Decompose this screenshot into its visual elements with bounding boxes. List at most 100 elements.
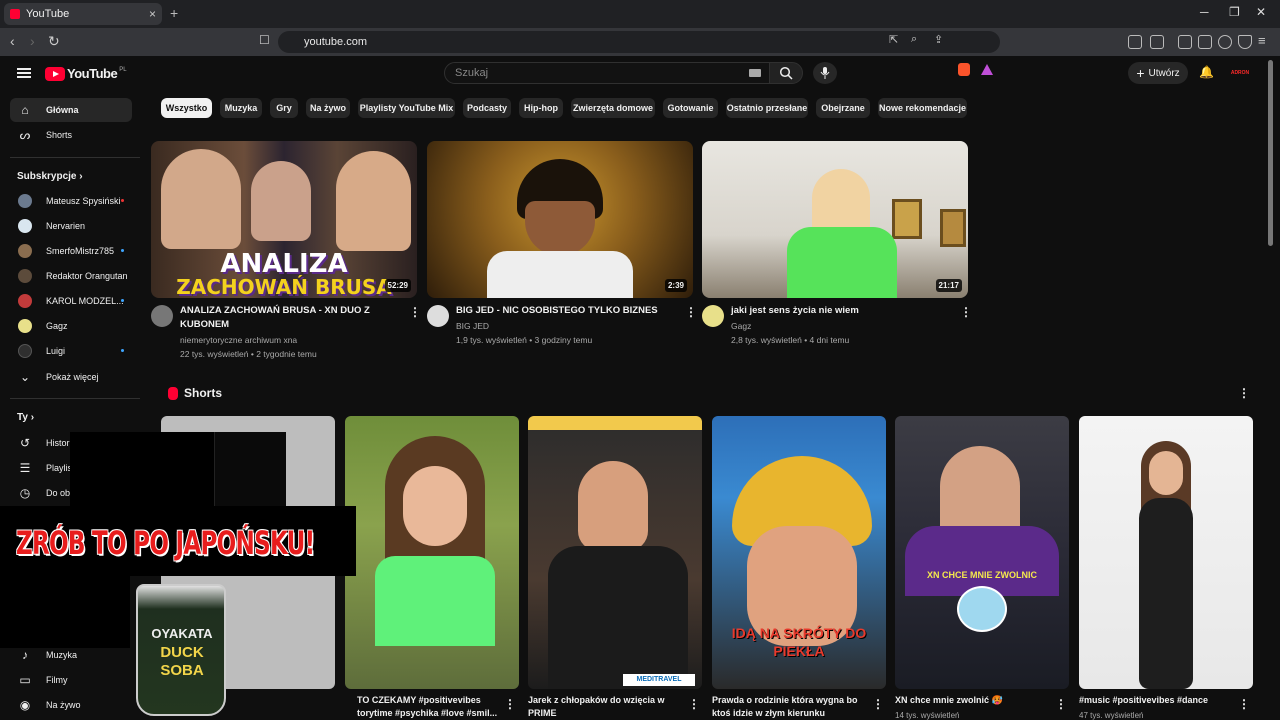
short-person (548, 546, 688, 689)
sidebar-item-subscription[interactable]: Mateusz Spysiński (10, 189, 132, 213)
video-channel[interactable]: BIG JED (456, 319, 489, 333)
window-close-button[interactable]: ✕ (1256, 5, 1266, 19)
reload-icon[interactable]: ↻ (48, 33, 60, 50)
sidebar-item-label: Gagz (46, 321, 68, 331)
more-options-icon[interactable]: ⋮ (1238, 697, 1250, 711)
short-title[interactable]: Prawda o rodzinie która wygna bo ktoś idz… (712, 694, 862, 720)
video-thumbnail[interactable]: ANALIZA ZACHOWAŃ BRUSA 52:29 (151, 141, 417, 298)
hamburger-menu-icon[interactable] (17, 68, 31, 78)
new-tab-button[interactable]: + (170, 5, 178, 21)
you-heading[interactable]: Ty › (17, 412, 34, 423)
sidebar-item-subscription[interactable]: Luigi (10, 339, 132, 363)
short-title[interactable]: Jarek z chłopaków do wzięcia w PRIME (528, 694, 678, 720)
share-icon[interactable]: ⇪ (934, 33, 943, 46)
bookmark-icon[interactable]: ☐ (259, 33, 270, 47)
chip-hiphop[interactable]: Hip-hop (519, 98, 563, 118)
vpn-icon[interactable] (1238, 35, 1252, 49)
short-thumbnail[interactable]: MEDITRAVEL (528, 416, 702, 689)
open-external-icon[interactable]: ⇱ (889, 33, 898, 46)
chip-pets[interactable]: Zwierzęta domowe (571, 98, 655, 118)
channel-avatar[interactable] (702, 305, 724, 327)
video-thumbnail[interactable]: 21:17 (702, 141, 968, 298)
video-stats: 1,9 tys. wyświetleń • 3 godziny temu (456, 335, 593, 345)
sidebar-item-subscription[interactable]: Gagz (10, 314, 132, 338)
youtube-logo[interactable]: YouTube PL (45, 66, 127, 81)
short-thumbnail[interactable]: IDĄ NA SKRÓTY DO PIEKŁA (712, 416, 886, 689)
chip-live[interactable]: Na żywo (306, 98, 350, 118)
shorts-more-options-icon[interactable]: ⋮ (1238, 386, 1250, 400)
chip-mix[interactable]: Playlisty YouTube Mix (358, 98, 455, 118)
more-options-icon[interactable]: ⋮ (409, 305, 421, 319)
short-title[interactable]: TO CZEKAMY #positivevibes torytime #psych… (357, 694, 507, 720)
video-thumbnail[interactable]: 2:39 (427, 141, 693, 298)
video-channel[interactable]: niemerytoryczne archiwum xna (180, 333, 297, 347)
browser-tab[interactable]: YouTube × (4, 3, 162, 25)
short-title[interactable]: XN chce mnie zwolnić 🥵 (895, 694, 1045, 707)
chip-watched[interactable]: Obejrzane (816, 98, 870, 118)
voice-search-button[interactable] (813, 62, 837, 84)
more-options-icon[interactable]: ⋮ (685, 305, 697, 319)
video-title[interactable]: jaki jest sens życia nie wiem (731, 304, 951, 318)
more-options-icon[interactable]: ⋮ (960, 305, 972, 319)
channel-avatar[interactable] (151, 305, 173, 327)
chip-music[interactable]: Muzyka (220, 98, 262, 118)
create-button[interactable]: + Utwórz (1128, 62, 1188, 84)
short-person (1149, 451, 1183, 495)
extensions-icon[interactable] (1128, 35, 1142, 49)
sidebar-item-subscription[interactable]: KAROL MODZEL... (10, 289, 132, 313)
sidebar-item-label: Shorts (46, 130, 73, 140)
sidebar-item-shorts[interactable]: ᔕ Shorts (10, 123, 132, 147)
channel-avatar (18, 319, 32, 333)
short-thumbnail[interactable] (345, 416, 519, 689)
leo-ai-icon[interactable] (1218, 35, 1232, 49)
search-button[interactable] (769, 62, 803, 84)
url-text: youtube.com (304, 36, 367, 48)
short-thumbnail[interactable]: XN CHCE MNIE ZWOLNIC (895, 416, 1069, 689)
chip-podcasts[interactable]: Podcasty (463, 98, 511, 118)
forward-icon[interactable]: › (30, 33, 35, 49)
chip-new-recommendations[interactable]: Nowe rekomendacje (878, 98, 967, 118)
product-text: SOBA (160, 662, 204, 679)
minimize-button[interactable]: ─ (1200, 5, 1209, 19)
ad-overlay[interactable]: OYAKATA DUCK SOBA (0, 432, 356, 720)
zoom-icon[interactable]: ⌕ (911, 33, 917, 46)
sidebar-item-subscription[interactable]: Redaktor Orangutan (10, 264, 132, 288)
more-options-icon[interactable]: ⋮ (872, 697, 884, 711)
tab-search-icon[interactable] (1150, 35, 1164, 49)
chip-all[interactable]: Wszystko (161, 98, 212, 118)
video-channel[interactable]: Gagz (731, 319, 751, 333)
back-icon[interactable]: ‹ (10, 33, 15, 49)
sidebar-item-home[interactable]: ⌂ Główna (10, 98, 132, 122)
channel-avatar[interactable] (427, 305, 449, 327)
keyboard-icon[interactable] (749, 69, 761, 77)
account-avatar[interactable]: ADRON (1230, 66, 1250, 80)
video-title[interactable]: BIG JED - NIC OSOBISTEGO TYLKO BIZNES (456, 304, 676, 318)
menu-icon[interactable]: ≡ (1258, 33, 1266, 48)
short-title-line: PRIME (528, 708, 557, 718)
sidebar-item-label: Mateusz Spysiński (46, 196, 121, 206)
video-stats: 22 tys. wyświetleń • 2 tygodnie temu (180, 349, 317, 359)
maximize-button[interactable]: ❐ (1229, 5, 1240, 19)
search-input[interactable]: Szukaj (444, 62, 770, 84)
plus-icon: + (1136, 65, 1145, 81)
chip-games[interactable]: Gry (270, 98, 298, 118)
tab-close-icon[interactable]: × (149, 7, 156, 21)
more-options-icon[interactable]: ⋮ (1055, 697, 1067, 711)
more-options-icon[interactable]: ⋮ (504, 697, 516, 711)
sidebar-item-subscription[interactable]: Nervarien (10, 214, 132, 238)
scrollbar[interactable] (1268, 60, 1273, 246)
video-title[interactable]: ANALIZA ZACHOWAŃ BRUSA - XN DUO Z KUBONE… (180, 304, 400, 332)
sidebar-toggle-icon[interactable] (1178, 35, 1192, 49)
show-more-button[interactable]: ⌄ Pokaż więcej (10, 365, 132, 389)
short-thumbnail[interactable] (1079, 416, 1253, 689)
subscriptions-heading[interactable]: Subskrypcje › (17, 171, 83, 182)
ad-black-panel (214, 432, 286, 506)
more-options-icon[interactable]: ⋮ (688, 697, 700, 711)
sidebar-item-subscription[interactable]: SmerfoMistrz785 (10, 239, 132, 263)
chip-cooking[interactable]: Gotowanie (663, 98, 718, 118)
short-title[interactable]: #music #positivevibes #dance (1079, 694, 1229, 707)
shorts-icon (168, 386, 178, 400)
chip-recent[interactable]: Ostatnio przesłane (726, 98, 808, 118)
notifications-bell-icon[interactable]: 🔔 (1199, 65, 1214, 79)
wallet-icon[interactable] (1198, 35, 1212, 49)
